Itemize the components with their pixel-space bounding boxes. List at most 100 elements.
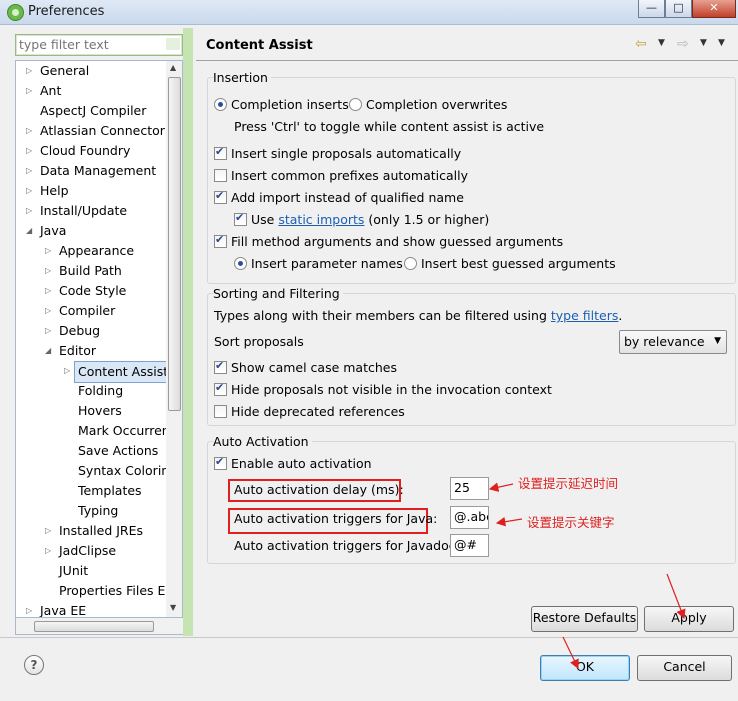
static-imports-link[interactable]: static imports bbox=[278, 212, 364, 227]
use-static-imports-checkbox[interactable]: Use static imports (only 1.5 or higher) bbox=[234, 211, 490, 227]
tree-horizontal-scrollbar[interactable] bbox=[15, 617, 184, 635]
clear-filter-icon[interactable] bbox=[166, 38, 180, 50]
add-import-checkbox[interactable]: Add import instead of qualified name bbox=[214, 189, 464, 205]
tree-vertical-scrollbar[interactable]: ▲ ▼ bbox=[166, 60, 183, 618]
tree-collapsed-icon[interactable]: ▷ bbox=[26, 201, 36, 221]
scroll-up-icon[interactable]: ▲ bbox=[170, 63, 176, 72]
tree-item-label: Folding bbox=[78, 383, 124, 398]
javadoc-triggers-input[interactable] bbox=[451, 535, 488, 554]
ok-button[interactable]: OK bbox=[540, 655, 630, 681]
checkbox-indicator[interactable] bbox=[214, 455, 227, 470]
close-button[interactable]: ✕ bbox=[692, 0, 736, 18]
back-arrow-icon[interactable]: ⇦ bbox=[635, 36, 647, 52]
java-triggers-field[interactable] bbox=[450, 506, 489, 529]
checkbox-indicator[interactable] bbox=[234, 211, 247, 226]
checkbox-label: Insert common prefixes automatically bbox=[231, 168, 469, 183]
tree-expanded-icon[interactable]: ◢ bbox=[45, 341, 55, 361]
checkbox-indicator[interactable] bbox=[214, 359, 227, 374]
type-filters-suffix: . bbox=[618, 308, 623, 323]
cancel-button[interactable]: Cancel bbox=[637, 655, 732, 681]
insert-single-proposals-checkbox[interactable]: Insert single proposals automatically bbox=[214, 145, 461, 161]
panel-divider[interactable] bbox=[183, 28, 193, 636]
tree-collapsed-icon[interactable]: ▷ bbox=[26, 181, 36, 201]
static-imports-suffix: (only 1.5 or higher) bbox=[368, 212, 490, 227]
java-triggers-input[interactable] bbox=[451, 507, 488, 526]
checkbox-indicator[interactable] bbox=[214, 233, 227, 248]
tree-collapsed-icon[interactable]: ▷ bbox=[26, 601, 36, 617]
tree-collapsed-icon[interactable]: ▷ bbox=[26, 141, 36, 161]
auto-activation-delay-input[interactable] bbox=[451, 478, 488, 497]
restore-defaults-button[interactable]: Restore Defaults bbox=[531, 606, 638, 632]
radio-indicator[interactable] bbox=[234, 257, 247, 270]
tree-item-label: Save Actions bbox=[78, 443, 159, 458]
checkbox-label: Hide deprecated references bbox=[231, 404, 405, 419]
javadoc-triggers-label: Auto activation triggers for Javadoc: bbox=[234, 538, 460, 553]
filter-field[interactable] bbox=[15, 34, 183, 56]
apply-button[interactable]: Apply bbox=[644, 606, 734, 632]
fill-method-arguments-checkbox[interactable]: Fill method arguments and show guessed a… bbox=[214, 233, 563, 249]
tree-collapsed-icon[interactable]: ▷ bbox=[26, 161, 36, 181]
tree-collapsed-icon[interactable]: ▷ bbox=[45, 301, 55, 321]
radio-label: Insert best guessed arguments bbox=[421, 256, 616, 271]
completion-overwrites-radio[interactable]: Completion overwrites bbox=[349, 97, 507, 112]
tree-collapsed-icon[interactable]: ▷ bbox=[26, 61, 36, 81]
forward-dropdown-icon[interactable]: ▼ bbox=[700, 38, 707, 48]
sort-proposals-select[interactable]: by relevance ▼ bbox=[619, 330, 727, 354]
title-bar[interactable]: Preferences — □ ✕ bbox=[0, 0, 738, 25]
sort-proposals-label: Sort proposals bbox=[214, 334, 304, 349]
radio-indicator[interactable] bbox=[214, 98, 227, 111]
tree-collapsed-icon[interactable]: ▷ bbox=[45, 241, 55, 261]
tree-item-label: Atlassian Connector bbox=[40, 123, 165, 138]
javadoc-triggers-field[interactable] bbox=[450, 534, 489, 557]
preferences-tree[interactable]: ▷ General ▷ Ant AspectJ Compiler ▷ Atlassian C… bbox=[15, 60, 167, 618]
tree-collapsed-icon[interactable]: ▷ bbox=[26, 121, 36, 141]
checkbox-indicator[interactable] bbox=[214, 169, 227, 182]
radio-label: Insert parameter names bbox=[251, 256, 403, 271]
toggle-hint-text: Press 'Ctrl' to toggle while content ass… bbox=[234, 119, 545, 134]
button-bar-separator bbox=[0, 637, 738, 638]
tree-collapsed-icon[interactable]: ▷ bbox=[45, 521, 55, 541]
tree-item-label: Hovers bbox=[78, 403, 122, 418]
scroll-thumb[interactable] bbox=[168, 77, 181, 411]
filter-input[interactable] bbox=[16, 35, 159, 53]
completion-inserts-radio[interactable]: Completion inserts bbox=[214, 97, 349, 112]
checkbox-indicator[interactable] bbox=[214, 381, 227, 396]
tree-collapsed-icon[interactable]: ▷ bbox=[45, 261, 55, 281]
auto-activation-delay-field[interactable] bbox=[450, 477, 489, 500]
radio-indicator[interactable] bbox=[404, 257, 417, 270]
view-menu-icon[interactable]: ▼ bbox=[718, 38, 725, 48]
back-dropdown-icon[interactable]: ▼ bbox=[658, 38, 665, 48]
tree-collapsed-icon[interactable]: ▷ bbox=[26, 81, 36, 101]
insert-parameter-names-radio[interactable]: Insert parameter names bbox=[234, 256, 403, 271]
tree-item-label: JUnit bbox=[59, 563, 89, 578]
tree-expanded-icon[interactable]: ◢ bbox=[26, 221, 36, 241]
help-icon[interactable]: ? bbox=[24, 655, 44, 675]
insert-common-prefixes-checkbox[interactable]: Insert common prefixes automatically bbox=[214, 168, 468, 183]
tree-collapsed-icon[interactable]: ▷ bbox=[45, 281, 55, 301]
scroll-down-icon[interactable]: ▼ bbox=[170, 603, 176, 612]
checkbox-indicator[interactable] bbox=[214, 405, 227, 418]
hscroll-thumb[interactable] bbox=[34, 621, 154, 632]
tree-collapsed-icon[interactable]: ▷ bbox=[64, 361, 74, 381]
radio-indicator[interactable] bbox=[349, 98, 362, 111]
checkbox-indicator[interactable] bbox=[214, 145, 227, 160]
forward-arrow-icon[interactable]: ⇨ bbox=[677, 36, 689, 52]
minimize-button[interactable]: — bbox=[638, 0, 665, 18]
maximize-button[interactable]: □ bbox=[665, 0, 692, 18]
enable-auto-activation-checkbox[interactable]: Enable auto activation bbox=[214, 455, 372, 471]
checkbox-indicator[interactable] bbox=[214, 189, 227, 204]
tree-item-label: Installed JREs bbox=[59, 523, 144, 538]
tree-item-label: Content Assist bbox=[74, 361, 166, 383]
camel-case-checkbox[interactable]: Show camel case matches bbox=[214, 359, 397, 375]
insert-best-guessed-radio[interactable]: Insert best guessed arguments bbox=[404, 256, 616, 271]
radio-label: Completion inserts bbox=[231, 97, 349, 112]
tree-item-label: Cloud Foundry bbox=[40, 143, 131, 158]
tree-collapsed-icon[interactable]: ▷ bbox=[45, 541, 55, 561]
hide-deprecated-checkbox[interactable]: Hide deprecated references bbox=[214, 404, 405, 419]
tree-item-label: Java bbox=[40, 223, 67, 238]
tree-item-label: Install/Update bbox=[40, 203, 128, 218]
checkbox-label: Use bbox=[251, 212, 275, 227]
hide-not-visible-checkbox[interactable]: Hide proposals not visible in the invoca… bbox=[214, 381, 552, 397]
type-filters-link[interactable]: type filters bbox=[551, 308, 619, 323]
tree-collapsed-icon[interactable]: ▷ bbox=[45, 321, 55, 341]
